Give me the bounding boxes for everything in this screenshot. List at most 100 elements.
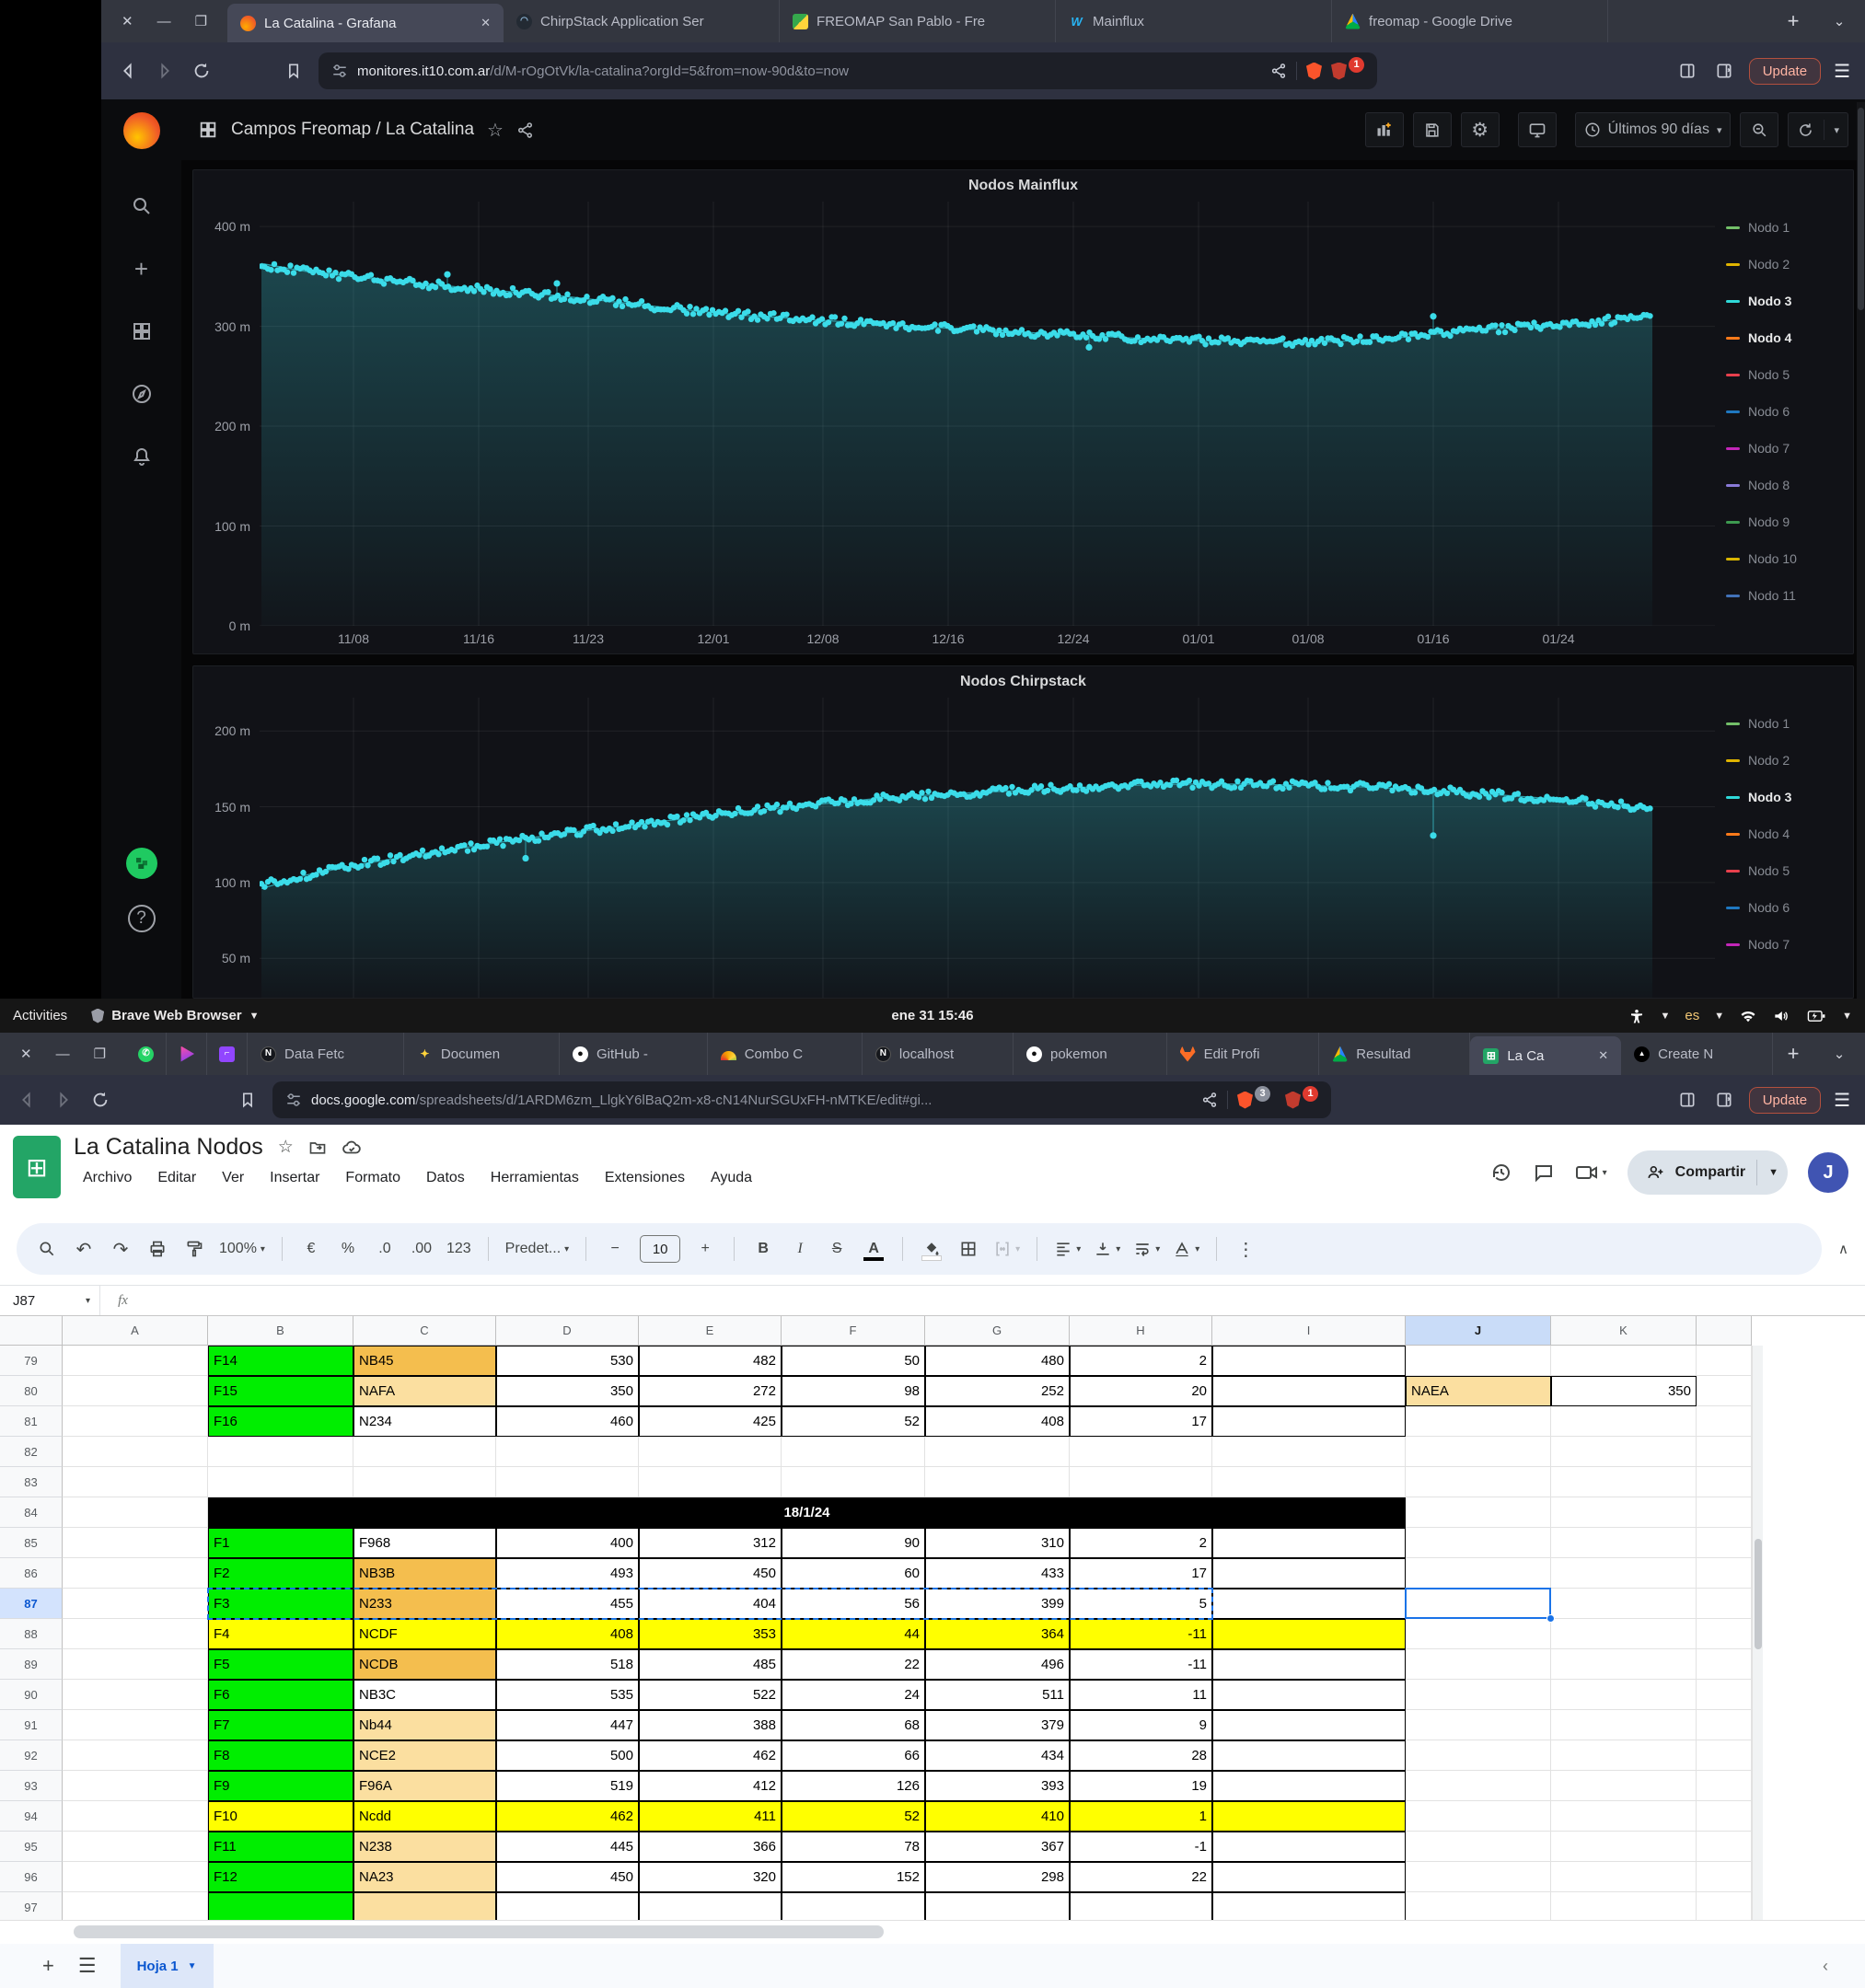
time-range-picker[interactable]: Últimos 90 días ▾ <box>1575 112 1732 147</box>
browser-tab-mainflux[interactable]: WMainflux <box>1056 0 1332 42</box>
browser-tab-combo-c[interactable]: Combo C <box>708 1033 863 1075</box>
cell-C93[interactable]: F96A <box>353 1771 496 1801</box>
cell-L86[interactable] <box>1697 1558 1752 1589</box>
cell-G85[interactable]: 310 <box>925 1528 1070 1558</box>
cell-L97[interactable] <box>1697 1892 1752 1920</box>
cell-D88[interactable]: 408 <box>496 1619 639 1649</box>
format-percent-button[interactable]: % <box>336 1235 360 1263</box>
cell-B91[interactable]: F7 <box>208 1710 353 1740</box>
cell-E94[interactable]: 411 <box>639 1801 782 1832</box>
forward-button[interactable] <box>52 1088 75 1112</box>
cell-C90[interactable]: NB3C <box>353 1680 496 1710</box>
legend-item-nodo-1[interactable]: Nodo 1 <box>1720 705 1848 742</box>
cell-I83[interactable] <box>1212 1467 1406 1497</box>
share-button[interactable]: Compartir ▼ <box>1628 1150 1788 1195</box>
cell-A79[interactable] <box>63 1346 208 1376</box>
row-header-79[interactable]: 79 <box>0 1346 63 1376</box>
browser-tab-localhost[interactable]: Nlocalhost <box>863 1033 1014 1075</box>
share-icon[interactable] <box>1201 1092 1218 1108</box>
cell-A85[interactable] <box>63 1528 208 1558</box>
legend-item-nodo-5[interactable]: Nodo 5 <box>1720 852 1848 889</box>
back-button[interactable] <box>15 1088 39 1112</box>
row-header-82[interactable]: 82 <box>0 1437 63 1467</box>
cell-D85[interactable]: 400 <box>496 1528 639 1558</box>
zoom-select[interactable]: 100%▾ <box>219 1235 265 1263</box>
cell-K96[interactable] <box>1551 1862 1697 1892</box>
reload-button[interactable] <box>190 59 214 83</box>
horizontal-scrollbar[interactable] <box>0 1920 1865 1944</box>
cell-A84[interactable] <box>63 1497 208 1528</box>
site-settings-icon[interactable] <box>285 1092 302 1108</box>
cell-B83[interactable] <box>208 1467 353 1497</box>
cell-A86[interactable] <box>63 1558 208 1589</box>
strikethrough-button[interactable]: S <box>825 1235 849 1263</box>
cell-D87[interactable]: 455 <box>496 1589 639 1619</box>
cell-C92[interactable]: NCE2 <box>353 1740 496 1771</box>
cell-C81[interactable]: N234 <box>353 1406 496 1437</box>
volume-icon[interactable] <box>1772 1007 1790 1025</box>
cell-F81[interactable]: 52 <box>782 1406 925 1437</box>
cell-I88[interactable] <box>1212 1619 1406 1649</box>
cell-B95[interactable]: F11 <box>208 1832 353 1862</box>
cell-J79[interactable] <box>1406 1346 1551 1376</box>
cell-I91[interactable] <box>1212 1710 1406 1740</box>
cell-K97[interactable] <box>1551 1892 1697 1920</box>
legend-item-nodo-2[interactable]: Nodo 2 <box>1720 246 1848 283</box>
cell-J81[interactable] <box>1406 1406 1551 1437</box>
cell-K91[interactable] <box>1551 1710 1697 1740</box>
cell-E85[interactable]: 312 <box>639 1528 782 1558</box>
legend-item-nodo-4[interactable]: Nodo 4 <box>1720 815 1848 852</box>
select-all-corner[interactable] <box>0 1316 63 1346</box>
row-header-80[interactable]: 80 <box>0 1376 63 1406</box>
cell-K87[interactable] <box>1551 1589 1697 1619</box>
row-header-97[interactable]: 97 <box>0 1892 63 1920</box>
cell-L90[interactable] <box>1697 1680 1752 1710</box>
row-header-91[interactable]: 91 <box>0 1710 63 1740</box>
cell-B88[interactable]: F4 <box>208 1619 353 1649</box>
cell-K95[interactable] <box>1551 1832 1697 1862</box>
cell-E89[interactable]: 485 <box>639 1649 782 1680</box>
dashboards-icon[interactable] <box>125 315 158 348</box>
row-header-89[interactable]: 89 <box>0 1649 63 1680</box>
cell-D93[interactable]: 519 <box>496 1771 639 1801</box>
row-header-94[interactable]: 94 <box>0 1801 63 1832</box>
cell-J93[interactable] <box>1406 1771 1551 1801</box>
cell-L81[interactable] <box>1697 1406 1752 1437</box>
cell-H83[interactable] <box>1070 1467 1212 1497</box>
browser-tab-data-fetc[interactable]: NData Fetc <box>248 1033 404 1075</box>
cell-A87[interactable] <box>63 1589 208 1619</box>
col-header-J[interactable]: J <box>1406 1316 1551 1346</box>
cell-J87[interactable] <box>1406 1589 1551 1619</box>
cell-J94[interactable] <box>1406 1801 1551 1832</box>
share-menu-caret[interactable]: ▼ <box>1768 1167 1778 1178</box>
grafana-logo[interactable] <box>123 112 160 149</box>
cell-L93[interactable] <box>1697 1771 1752 1801</box>
legend-item-nodo-11[interactable]: Nodo 11 <box>1720 577 1848 614</box>
format-currency-button[interactable]: € <box>299 1235 323 1263</box>
refresh-button[interactable]: ▾ <box>1788 112 1848 147</box>
cell-J88[interactable] <box>1406 1619 1551 1649</box>
cell-C94[interactable]: Ncdd <box>353 1801 496 1832</box>
cell-I87[interactable] <box>1212 1589 1406 1619</box>
cell-A90[interactable] <box>63 1680 208 1710</box>
cell-J80[interactable]: NAEA <box>1406 1376 1551 1406</box>
cell-E96[interactable]: 320 <box>639 1862 782 1892</box>
cell-G94[interactable]: 410 <box>925 1801 1070 1832</box>
browser-tab-github-[interactable]: ●GitHub - <box>560 1033 708 1075</box>
cell-F85[interactable]: 90 <box>782 1528 925 1558</box>
alerting-icon[interactable] <box>125 440 158 473</box>
cell-H92[interactable]: 28 <box>1070 1740 1212 1771</box>
cell-B94[interactable]: F10 <box>208 1801 353 1832</box>
browser-menu-icon[interactable]: ☰ <box>1834 60 1850 83</box>
cell-L84[interactable] <box>1697 1497 1752 1528</box>
back-button[interactable] <box>116 59 140 83</box>
cell-G79[interactable]: 480 <box>925 1346 1070 1376</box>
decrease-decimals-button[interactable]: .0 <box>373 1235 397 1263</box>
cell-I89[interactable] <box>1212 1649 1406 1680</box>
cell-H96[interactable]: 22 <box>1070 1862 1212 1892</box>
cell-K88[interactable] <box>1551 1619 1697 1649</box>
cell-K84[interactable] <box>1551 1497 1697 1528</box>
cell-E97[interactable] <box>639 1892 782 1920</box>
menu-herramientas[interactable]: Herramientas <box>481 1166 588 1190</box>
cell-I81[interactable] <box>1212 1406 1406 1437</box>
